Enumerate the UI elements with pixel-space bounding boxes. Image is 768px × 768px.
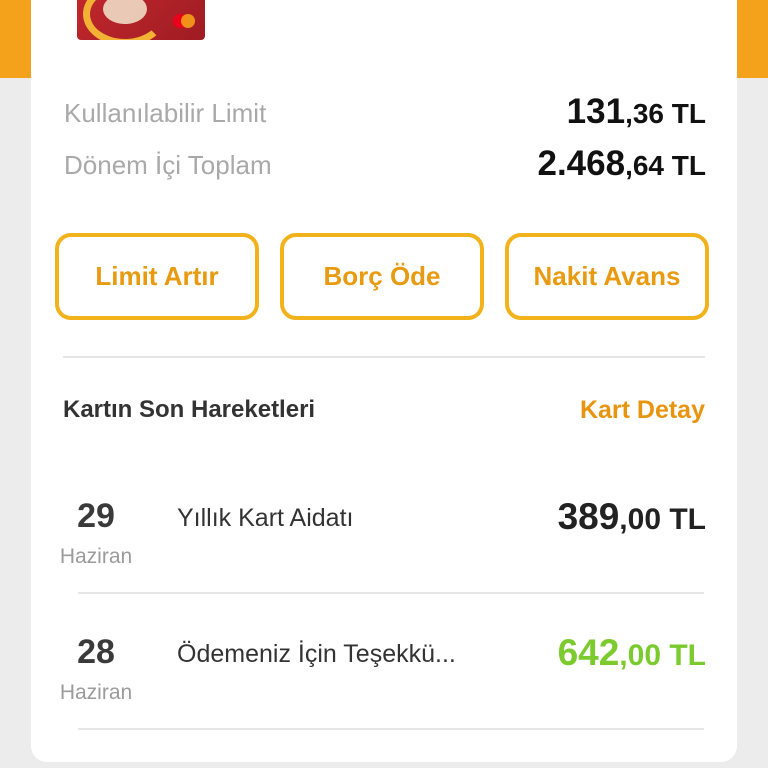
section-divider <box>63 356 705 358</box>
transaction-amount: 389,00 TL <box>557 496 706 537</box>
period-total-amount: 2.468,64 TL <box>537 144 706 183</box>
limit-increase-button[interactable]: Limit Artır <box>55 233 259 320</box>
transaction-description: Yıllık Kart Aidatı <box>177 504 354 532</box>
available-limit-row: Kullanılabilir Limit 131,36 TL <box>64 92 706 132</box>
period-total-row: Dönem İçi Toplam 2.468,64 TL <box>64 144 706 184</box>
pay-debt-button[interactable]: Borç Öde <box>280 233 484 320</box>
transaction-description: Ödemeniz İçin Teşekkü... <box>177 640 456 668</box>
mastercard-icon <box>173 14 195 28</box>
card-detail-link[interactable]: Kart Detay <box>580 396 705 425</box>
transaction-month: Haziran <box>59 545 133 568</box>
row-divider <box>78 728 704 730</box>
available-limit-label: Kullanılabilir Limit <box>64 98 267 128</box>
transaction-month: Haziran <box>59 681 133 704</box>
row-divider <box>78 592 704 594</box>
cash-advance-button[interactable]: Nakit Avans <box>505 233 709 320</box>
credit-card-image[interactable] <box>77 0 205 40</box>
recent-transactions-title: Kartın Son Hareketleri <box>63 396 316 423</box>
period-total-label: Dönem İçi Toplam <box>64 150 272 180</box>
transaction-day: 29 <box>77 497 115 535</box>
transaction-day: 28 <box>77 633 115 671</box>
available-limit-amount: 131,36 TL <box>566 92 706 131</box>
transaction-amount: 642,00 TL <box>557 632 706 673</box>
